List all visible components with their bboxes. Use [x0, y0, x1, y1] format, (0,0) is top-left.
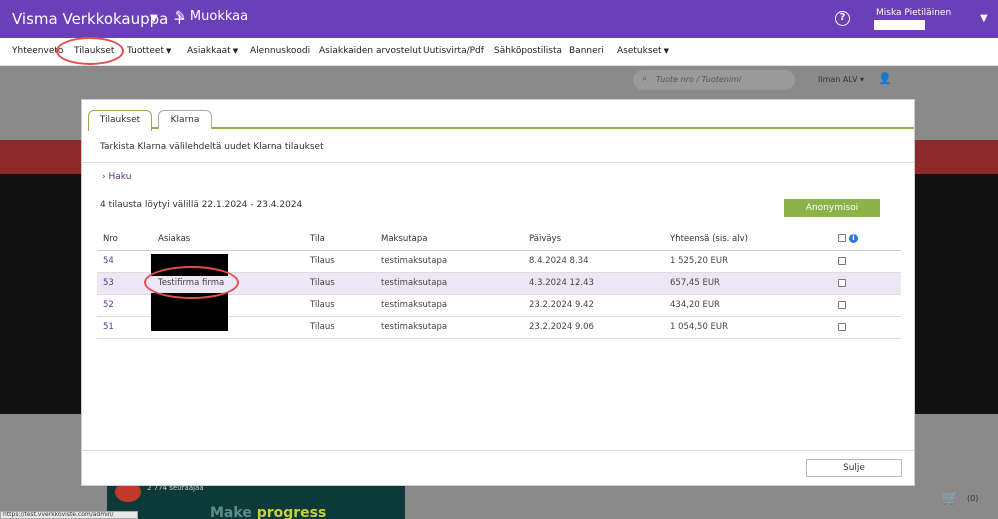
caret-down-icon: ▼	[166, 47, 172, 55]
cart-count: (0)	[967, 494, 979, 503]
bg-banner: 2 774 seuraajaa Make progress	[107, 482, 405, 519]
nav-item-uutisvirta[interactable]: Uutisvirta/Pdf	[423, 46, 484, 56]
col-nro[interactable]: Nro	[97, 228, 152, 251]
orders-count: 4 tilausta löytyi välillä 22.1.2024 - 23…	[100, 200, 303, 210]
col-select: i	[832, 228, 901, 251]
brand-title[interactable]: Visma Verkkokauppa +	[12, 10, 186, 28]
close-button[interactable]: Sulje	[806, 459, 902, 477]
nav-item-yhteenveto[interactable]: Yhteenveto	[12, 46, 63, 56]
edit-label: Muokkaa	[189, 9, 249, 24]
row-checkbox[interactable]	[838, 300, 846, 309]
help-icon[interactable]: ?	[835, 11, 850, 26]
bg-vat-selector[interactable]: Ilman ALV ▾	[818, 75, 864, 84]
user-menu-caret-icon[interactable]: ▼	[980, 13, 988, 24]
row-checkbox[interactable]	[838, 256, 846, 265]
edit-button[interactable]: ✎ Muokkaa	[175, 9, 248, 24]
col-yhteensa[interactable]: Yhteensä (sis. alv)	[664, 228, 832, 251]
caret-down-icon: ▼	[232, 47, 239, 55]
anonymize-button[interactable]: Anonymisoi	[784, 199, 880, 217]
col-paivays[interactable]: Päiväys	[523, 228, 664, 251]
nav-item-banneri[interactable]: Banneri	[569, 46, 604, 56]
nav-item-asiakkaat[interactable]: Asiakkaat ▼	[187, 46, 238, 56]
search-toggle[interactable]: › Haku	[102, 172, 131, 182]
col-asiakas[interactable]: Asiakas	[152, 228, 304, 251]
nav-item-tuotteet[interactable]: Tuotteet ▼	[127, 46, 171, 56]
nav-item-tilaukset[interactable]: Tilaukset	[74, 46, 114, 56]
banner-headline: Make progress	[210, 505, 327, 519]
select-all-checkbox[interactable]	[838, 234, 846, 243]
nav-item-alennuskoodi[interactable]: Alennuskoodi	[250, 46, 310, 56]
tab-tilaukset[interactable]: Tilaukset	[88, 110, 152, 131]
user-field	[874, 20, 925, 30]
row-checkbox[interactable]	[838, 322, 846, 331]
redacted-customer	[151, 293, 228, 331]
col-maksutapa[interactable]: Maksutapa	[375, 228, 523, 251]
chevron-down-icon[interactable]: ▼	[150, 13, 158, 24]
cart-icon[interactable]: 🛒	[942, 491, 958, 506]
user-icon[interactable]: 👤	[878, 72, 892, 85]
user-name: Miska Pietiläinen	[876, 8, 952, 18]
top-bar: Visma Verkkokauppa + ▼ ✎ Muokkaa ? Miska …	[0, 0, 998, 38]
nav-item-asetukset[interactable]: Asetukset ▼	[617, 46, 669, 56]
nav-item-asiakkaiden-arvostelut[interactable]: Asiakkaiden arvostelut	[319, 46, 422, 56]
redacted-customer	[151, 254, 228, 276]
tab-klarna[interactable]: Klarna	[158, 110, 212, 129]
pencil-icon: ✎	[175, 9, 186, 24]
chevron-right-icon: ›	[102, 172, 106, 182]
status-bar-url: https://test.vverkkoviste.com/admin/	[0, 511, 138, 519]
klarna-info-text: Tarkista Klarna välilehdeltä uudet Klarn…	[100, 142, 324, 152]
col-tila[interactable]: Tila	[304, 228, 375, 251]
bg-search-input[interactable]: ⌕ Tuote nro / Tuotenimi	[633, 70, 795, 90]
modal-tabs: Tilaukset Klarna	[88, 110, 914, 131]
nav-item-sahkopostilista[interactable]: Sähköpostilista	[494, 46, 562, 56]
orders-modal: Tilaukset Klarna Tarkista Klarna välileh…	[81, 99, 915, 486]
main-nav: Yhteenveto Tilaukset Tuotteet ▼ Asiakkaat…	[0, 38, 998, 66]
info-icon[interactable]: i	[849, 233, 858, 243]
search-icon: ⌕	[642, 74, 648, 84]
row-checkbox[interactable]	[838, 278, 846, 287]
caret-down-icon: ▼	[663, 47, 669, 55]
